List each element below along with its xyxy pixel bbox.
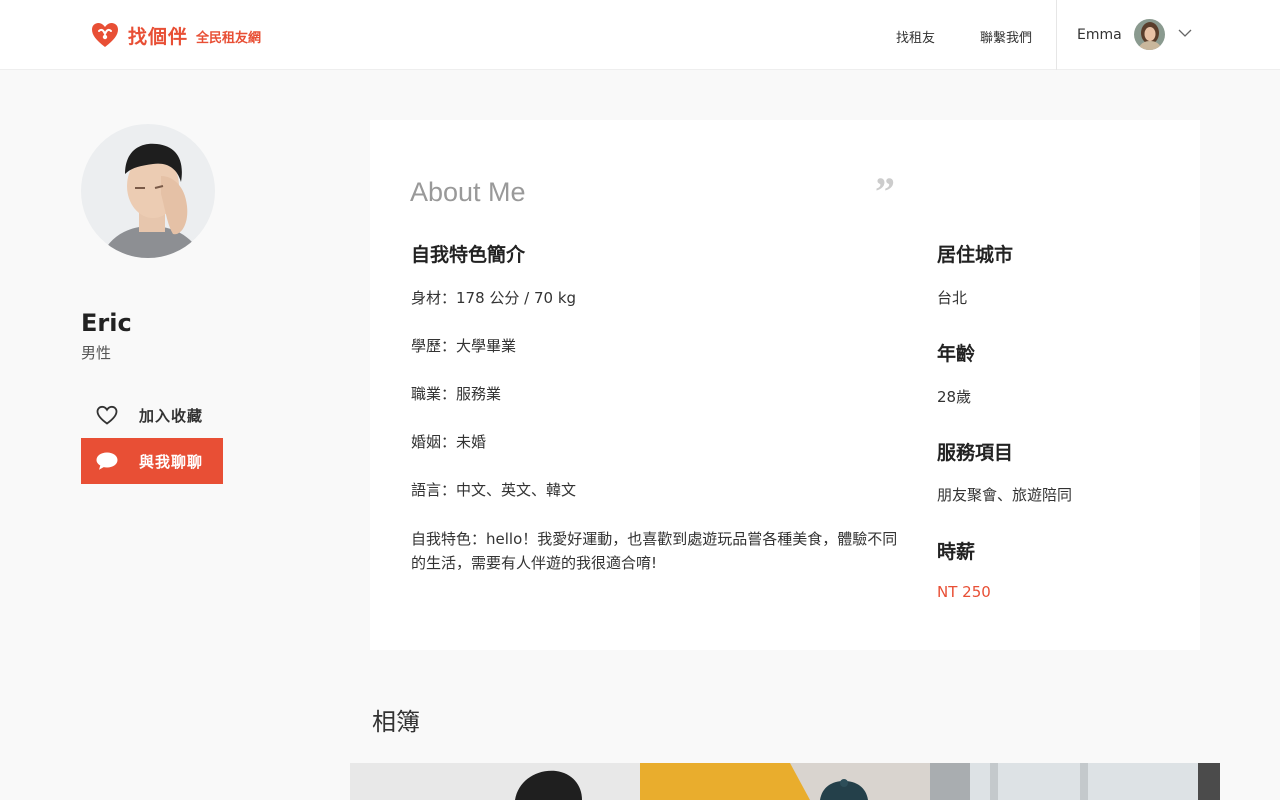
album-title: 相簿 (372, 708, 420, 736)
city-value: 台北 (937, 289, 968, 307)
nav-contact-us[interactable]: 聯繫我們 (980, 27, 1032, 46)
nav-divider (1056, 0, 1057, 70)
about-me-title: About Me (410, 177, 526, 207)
user-avatar-image (1134, 19, 1165, 50)
info-self-description: 自我特色：hello！我愛好運動，也喜歡到處遊玩品嘗各種美食，體驗不同的生活，需… (411, 530, 898, 572)
album-photo[interactable] (350, 763, 640, 800)
profile-photo (81, 124, 215, 258)
speech-bubble-icon (96, 452, 118, 470)
intro-heading: 自我特色簡介 (411, 244, 526, 266)
info-occupation: 職業：服務業 (411, 385, 502, 403)
quote-mark-icon: ” (875, 169, 895, 214)
user-avatar[interactable] (1134, 19, 1165, 50)
services-heading: 服務項目 (937, 442, 1014, 464)
heart-outline-icon (96, 405, 118, 425)
info-languages: 語言：中文、英文、韓文 (411, 481, 577, 499)
about-me-card: About Me ” 自我特色簡介 身材：178 公分 / 70 kg 學歷：大… (370, 120, 1200, 650)
hourly-rate-heading: 時薪 (937, 541, 976, 563)
chat-with-me-button[interactable]: 與我聊聊 (81, 438, 223, 484)
brand-name: 找個伴 (128, 25, 189, 48)
album-photo[interactable] (640, 763, 930, 800)
profile-name: Eric (81, 309, 132, 337)
hourly-rate-value: NT 250 (937, 583, 991, 601)
add-favorite-label: 加入收藏 (139, 406, 204, 425)
services-value: 朋友聚會、旅遊陪同 (937, 486, 1073, 504)
brand-logo[interactable]: 找個伴 全民租友網 (90, 20, 261, 50)
user-name[interactable]: Emma (1077, 27, 1122, 43)
chat-with-me-label: 與我聊聊 (139, 452, 204, 471)
add-favorite-button[interactable]: 加入收藏 (81, 398, 223, 432)
profile-gender: 男性 (81, 344, 112, 362)
age-heading: 年齡 (937, 343, 976, 365)
info-education: 學歷：大學畢業 (411, 337, 517, 355)
album-photo[interactable] (930, 763, 1220, 800)
heart-hands-icon (92, 23, 118, 47)
site-header: 找個伴 全民租友網 找租友 聯繫我們 Emma (0, 0, 1280, 70)
city-heading: 居住城市 (937, 244, 1014, 266)
album-photo-image (350, 763, 640, 800)
info-body-size: 身材：178 公分 / 70 kg (411, 289, 577, 307)
album-photo-image (640, 763, 930, 800)
brand-tagline: 全民租友網 (196, 31, 262, 46)
chevron-down-icon[interactable] (1178, 28, 1192, 38)
nav-find-friends[interactable]: 找租友 (896, 27, 935, 46)
profile-avatar (81, 124, 215, 258)
info-marital-status: 婚姻：未婚 (411, 433, 487, 451)
album-photo-image (930, 763, 1220, 800)
age-value: 28歲 (937, 388, 972, 406)
